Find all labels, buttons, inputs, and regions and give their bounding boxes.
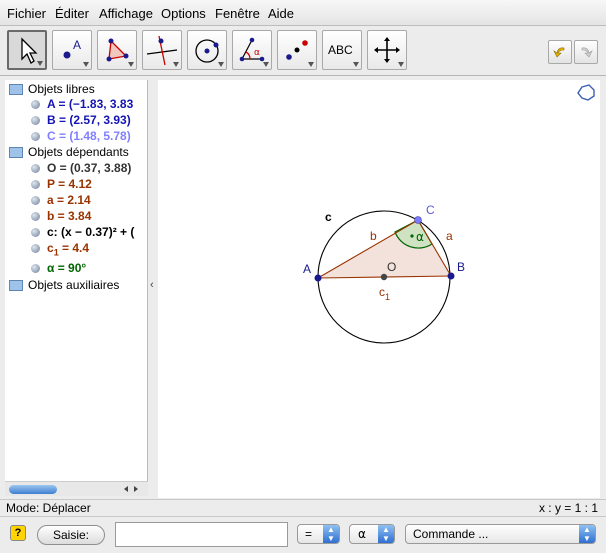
polygon-tool-button[interactable] bbox=[97, 30, 137, 70]
redo-icon bbox=[581, 47, 593, 58]
menu-aide[interactable]: Aide bbox=[268, 6, 294, 21]
visibility-toggle-icon[interactable] bbox=[31, 244, 40, 253]
undo-button[interactable] bbox=[548, 40, 572, 64]
label-c1-sub: 1 bbox=[385, 292, 390, 302]
folder-icon bbox=[9, 84, 23, 95]
move-view-tool-button[interactable] bbox=[367, 30, 407, 70]
algebra-item-a[interactable]: a = 2.14 bbox=[47, 193, 91, 207]
algebra-item-O[interactable]: O = (0.37, 3.88) bbox=[47, 161, 131, 175]
angle-tool-button[interactable]: α bbox=[232, 30, 272, 70]
greek-select[interactable]: α ▲ ▼ bbox=[349, 524, 395, 544]
folder-icon bbox=[9, 280, 23, 291]
text-tool-button[interactable]: ABC bbox=[322, 30, 362, 70]
visibility-toggle-icon[interactable] bbox=[31, 212, 40, 221]
algebra-item-P[interactable]: P = 4.12 bbox=[47, 177, 92, 191]
label-alpha: α bbox=[416, 230, 424, 244]
move-tool-button[interactable] bbox=[7, 30, 47, 70]
split-pane-divider[interactable]: ‹ bbox=[148, 80, 158, 496]
scroll-arrows-icon[interactable] bbox=[116, 483, 146, 495]
toolbar: A α ABC bbox=[0, 27, 606, 76]
section-dependent-objects[interactable]: Objets dépendants bbox=[28, 145, 129, 159]
menu-affichage[interactable]: Affichage bbox=[99, 6, 153, 21]
right-angle-dot bbox=[410, 234, 414, 238]
visibility-toggle-icon[interactable] bbox=[31, 264, 40, 273]
label-A: A bbox=[303, 262, 311, 276]
c1-value: = 4.4 bbox=[58, 241, 90, 255]
algebra-item-b[interactable]: b = 3.84 bbox=[47, 209, 91, 223]
label-a: a bbox=[446, 229, 453, 243]
perpendicular-tool-button[interactable] bbox=[142, 30, 182, 70]
mode-status: Mode: Déplacer bbox=[6, 501, 91, 515]
help-icon[interactable]: ? bbox=[10, 525, 26, 541]
svg-text:α: α bbox=[254, 48, 260, 58]
point-C[interactable] bbox=[414, 216, 422, 224]
saisie-button[interactable]: Saisie: bbox=[37, 525, 105, 545]
menu-bar: Fichier Éditer Affichage Options Fenêtre… bbox=[0, 0, 606, 26]
undo-icon bbox=[553, 47, 565, 58]
circle-tool-button[interactable] bbox=[187, 30, 227, 70]
scrollbar-thumb[interactable] bbox=[9, 485, 57, 494]
visibility-toggle-icon[interactable] bbox=[31, 196, 40, 205]
reflect-tool-button[interactable] bbox=[277, 30, 317, 70]
symbol-select-value: = bbox=[305, 527, 313, 541]
command-select-value: Commande ... bbox=[413, 527, 489, 541]
visibility-toggle-icon[interactable] bbox=[31, 100, 40, 109]
point-O[interactable] bbox=[380, 273, 388, 281]
section-auxiliary-objects[interactable]: Objets auxiliaires bbox=[28, 278, 119, 292]
menu-fenetre[interactable]: Fenêtre bbox=[215, 6, 260, 21]
algebra-horizontal-scrollbar[interactable] bbox=[5, 481, 148, 496]
point-tool-button[interactable]: A bbox=[52, 30, 92, 70]
visibility-toggle-icon[interactable] bbox=[31, 164, 40, 173]
select-arrows-icon: ▲ ▼ bbox=[323, 525, 339, 543]
command-select[interactable]: Commande ... ▲ ▼ bbox=[405, 524, 596, 544]
point-A[interactable] bbox=[314, 274, 322, 282]
algebra-item-A[interactable]: A = (−1.83, 3.83 bbox=[47, 97, 133, 111]
algebra-view: Objets libres A = (−1.83, 3.83 B = (2.57… bbox=[5, 80, 148, 496]
menu-options[interactable]: Options bbox=[161, 6, 206, 21]
input-bar: ? Saisie: = ▲ ▼ α ▲ ▼ Commande ... ▲ ▼ bbox=[0, 516, 606, 553]
label-b: b bbox=[370, 229, 377, 243]
label-C: C bbox=[426, 203, 435, 217]
label-B: B bbox=[457, 260, 465, 274]
input-field[interactable] bbox=[115, 522, 288, 547]
menu-fichier[interactable]: Fichier bbox=[7, 6, 46, 21]
redo-button[interactable] bbox=[574, 40, 598, 64]
algebra-item-C[interactable]: C = (1.48, 5.78) bbox=[47, 129, 131, 143]
status-bar: Mode: Déplacer x : y = 1 : 1 bbox=[0, 499, 606, 516]
section-free-objects[interactable]: Objets libres bbox=[28, 82, 95, 96]
label-c: c bbox=[325, 210, 332, 224]
visibility-toggle-icon[interactable] bbox=[31, 180, 40, 189]
c1-name: c bbox=[47, 241, 54, 255]
triangle-fill[interactable] bbox=[318, 220, 451, 278]
visibility-toggle-icon[interactable] bbox=[31, 228, 40, 237]
label-O: O bbox=[387, 260, 396, 274]
visibility-toggle-icon[interactable] bbox=[31, 116, 40, 125]
select-arrows-icon: ▲ ▼ bbox=[579, 525, 595, 543]
algebra-item-c[interactable]: c: (x − 0.37)² + ( bbox=[47, 225, 134, 239]
svg-text:A: A bbox=[73, 38, 81, 52]
algebra-item-alpha[interactable]: α = 90° bbox=[47, 261, 86, 275]
svg-text:ABC: ABC bbox=[328, 43, 353, 57]
point-B[interactable] bbox=[447, 272, 455, 280]
select-arrows-icon: ▲ ▼ bbox=[378, 525, 394, 543]
label-c1: c1 bbox=[379, 285, 390, 302]
visibility-toggle-icon[interactable] bbox=[31, 132, 40, 141]
folder-icon bbox=[9, 147, 23, 158]
algebra-item-c1[interactable]: c1 = 4.4 bbox=[47, 241, 89, 257]
symbol-select[interactable]: = ▲ ▼ bbox=[297, 524, 340, 544]
geometry-canvas[interactable]: A B C O a b c c1 α bbox=[158, 80, 600, 498]
algebra-item-B[interactable]: B = (2.57, 3.93) bbox=[47, 113, 131, 127]
graphics-view[interactable]: A B C O a b c c1 α bbox=[158, 80, 600, 498]
axes-ratio: x : y = 1 : 1 bbox=[538, 501, 598, 515]
collapse-arrow-icon[interactable]: ‹ bbox=[150, 279, 154, 291]
graphics-view-options-icon[interactable] bbox=[577, 84, 595, 101]
greek-select-value: α bbox=[358, 527, 366, 541]
menu-editer[interactable]: Éditer bbox=[55, 6, 89, 21]
